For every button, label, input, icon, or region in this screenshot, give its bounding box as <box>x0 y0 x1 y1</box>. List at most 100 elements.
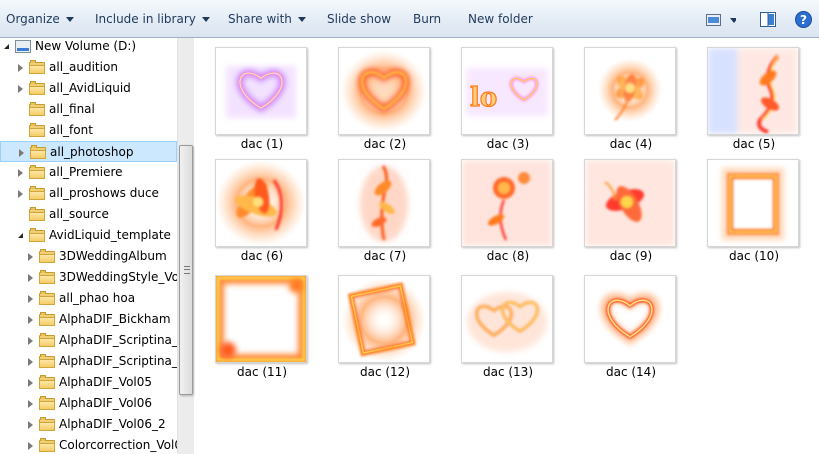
collapsed-arrow-icon[interactable] <box>28 379 33 387</box>
help-button[interactable]: ? <box>795 11 812 31</box>
help-symbol: ? <box>800 13 807 27</box>
slide-show-button[interactable]: Slide show <box>327 11 391 27</box>
tree-item[interactable]: all_source <box>0 204 177 225</box>
fire-artwork-icon <box>341 50 427 132</box>
tree-item[interactable]: AlphaDIF_Bickham <box>0 309 177 330</box>
tree-item[interactable]: all_font <box>0 120 177 141</box>
file-name: dac (9) <box>609 249 653 263</box>
preview-pane-button[interactable] <box>760 12 776 30</box>
folder-icon <box>30 145 46 159</box>
collapsed-arrow-icon[interactable] <box>18 190 23 198</box>
fire-artwork-icon <box>598 58 662 122</box>
tree-item-label: all_audition <box>49 60 118 74</box>
tree-item-label: AlphaDIF_Scriptina_1 <box>59 333 186 347</box>
expanded-arrow-icon[interactable] <box>4 44 9 49</box>
image-thumbnail <box>461 275 553 363</box>
tree-item-label: AlphaDIF_Vol06 <box>59 396 153 410</box>
folder-icon <box>39 417 55 431</box>
fire-artwork-icon <box>722 168 784 240</box>
views-button[interactable] <box>706 13 738 30</box>
fire-artwork-icon <box>462 160 552 246</box>
tree-item-label: all_photoshop <box>50 145 134 159</box>
tree-item[interactable]: New Volume (D:) <box>0 38 177 57</box>
fire-artwork-icon: lo <box>466 68 548 116</box>
tree-scrollbar[interactable] <box>177 38 194 454</box>
tree-item-label: AlphaDIF_Vol06_2 <box>59 417 166 431</box>
collapsed-arrow-icon[interactable] <box>28 400 33 408</box>
folder-icon <box>39 291 55 305</box>
tree-item[interactable]: Colorcorrection_Vol01 <box>0 435 190 454</box>
svg-text:lo: lo <box>470 83 497 113</box>
collapsed-arrow-icon[interactable] <box>28 337 33 345</box>
collapsed-arrow-icon[interactable] <box>18 85 23 93</box>
folder-icon <box>39 396 55 410</box>
expanded-arrow-icon[interactable] <box>18 233 23 238</box>
file-name: dac (13) <box>482 365 533 379</box>
folder-icon <box>39 249 55 263</box>
tree-item[interactable]: 3DWeddingAlbum <box>0 246 177 267</box>
organize-button[interactable]: Organize <box>6 11 74 27</box>
drive-icon <box>15 40 31 53</box>
file-name: dac (6) <box>240 249 284 263</box>
collapsed-arrow-icon[interactable] <box>28 253 33 261</box>
folder-icon <box>39 270 55 284</box>
tree-item[interactable]: AlphaDIF_Scriptina_2 <box>0 351 186 372</box>
share-with-button[interactable]: Share with <box>228 11 306 27</box>
fire-artwork-icon <box>226 66 296 118</box>
image-thumbnail <box>338 47 430 135</box>
tree-item[interactable]: all_Premiere <box>0 162 177 183</box>
tree-scrollbar-thumb[interactable] <box>179 145 193 395</box>
image-thumbnail <box>707 47 799 135</box>
fire-artwork-icon <box>216 276 306 362</box>
tree-item-label: all_Premiere <box>49 165 123 179</box>
folder-icon <box>39 375 55 389</box>
tree-item[interactable]: all_phao hoa <box>0 288 177 309</box>
new-folder-button[interactable]: New folder <box>468 11 533 27</box>
tree-item[interactable]: all_AvidLiquid <box>0 78 177 99</box>
image-thumbnail <box>215 47 307 135</box>
tree-item[interactable]: AvidLiquid_template <box>0 225 177 246</box>
collapsed-arrow-icon[interactable] <box>28 442 33 450</box>
tree-item[interactable]: all_photoshop <box>0 141 177 162</box>
tree-item-label: all_phao hoa <box>59 291 136 305</box>
fire-artwork-icon <box>342 278 426 362</box>
collapsed-arrow-icon[interactable] <box>28 316 33 324</box>
include-in-library-button[interactable]: Include in library <box>95 11 210 27</box>
tree-item[interactable]: AlphaDIF_Vol06_2 <box>0 414 177 435</box>
share-with-label: Share with <box>228 12 292 26</box>
folder-icon <box>39 354 55 368</box>
file-name: dac (7) <box>363 249 407 263</box>
file-name: dac (12) <box>359 365 410 379</box>
tree-item[interactable]: all_audition <box>0 57 177 78</box>
file-name: dac (2) <box>363 137 407 151</box>
collapsed-arrow-icon[interactable] <box>28 295 33 303</box>
file-name: dac (4) <box>609 137 653 151</box>
tree-item[interactable]: AlphaDIF_Vol05 <box>0 372 177 393</box>
folder-icon <box>29 123 45 137</box>
image-thumbnail <box>584 275 676 363</box>
file-name: dac (5) <box>732 137 776 151</box>
tree-item[interactable]: all_final <box>0 99 177 120</box>
collapsed-arrow-icon[interactable] <box>18 169 23 177</box>
tree-item[interactable]: 3DWeddingStyle_Vol01 <box>0 267 194 288</box>
tree-item[interactable]: AlphaDIF_Scriptina_1 <box>0 330 186 351</box>
collapsed-arrow-icon[interactable] <box>19 149 24 157</box>
collapsed-arrow-icon[interactable] <box>18 64 23 72</box>
file-view: dac (1) dac (2) lo dac (3) dac (4) dac (… <box>195 38 819 454</box>
command-toolbar: Organize Include in library Share with S… <box>0 0 819 38</box>
fire-artwork-icon <box>585 160 675 246</box>
tree-item[interactable]: all_proshows duce <box>0 183 177 204</box>
folder-icon <box>29 207 45 221</box>
collapsed-arrow-icon[interactable] <box>28 358 33 366</box>
chevron-down-icon <box>65 17 74 22</box>
organize-label: Organize <box>6 12 60 26</box>
navigation-tree: New Volume (D:) all_audition all_AvidLiqui… <box>0 38 194 454</box>
tree-item[interactable]: AlphaDIF_Vol06 <box>0 393 177 414</box>
burn-button[interactable]: Burn <box>413 11 441 27</box>
collapsed-arrow-icon[interactable] <box>28 274 33 282</box>
collapsed-arrow-icon[interactable] <box>28 421 33 429</box>
fire-artwork-icon <box>467 292 547 352</box>
tree-item-label: AlphaDIF_Vol05 <box>59 375 153 389</box>
file-name: dac (1) <box>240 137 284 151</box>
image-thumbnail <box>338 275 430 363</box>
